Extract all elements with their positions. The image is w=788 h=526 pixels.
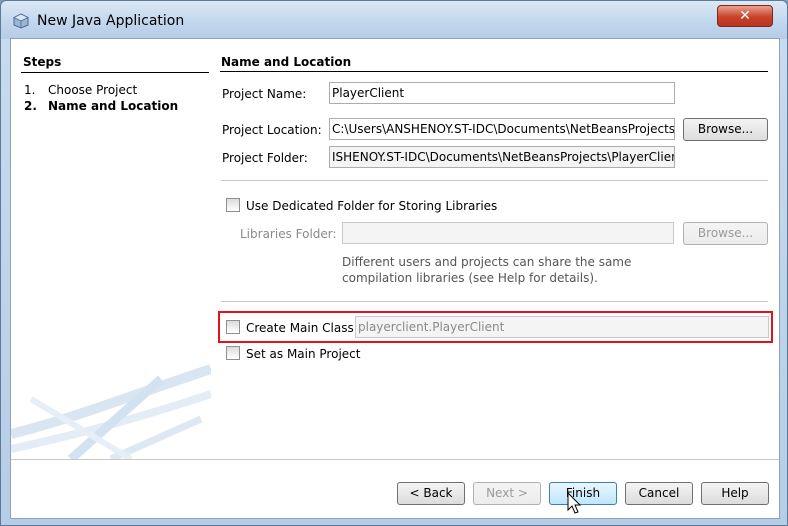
create-main-class-checkbox[interactable] — [226, 320, 240, 334]
steps-title: Steps — [23, 55, 62, 69]
button-bar: < Back Next > Finish Cancel Help — [11, 459, 779, 518]
separator — [221, 301, 768, 302]
window-title: New Java Application — [37, 13, 185, 29]
title-bar[interactable]: New Java Application ✕ — [1, 1, 787, 39]
steps-panel: Steps 1. Choose Project 2. Name and Locati… — [11, 39, 211, 459]
create-main-class-label[interactable]: Create Main Class — [246, 321, 354, 335]
cancel-button[interactable]: Cancel — [625, 482, 693, 505]
dedicated-folder-checkbox[interactable] — [226, 198, 240, 212]
step-name-and-location: 2. Name and Location — [24, 99, 178, 113]
step-number: 1. — [24, 83, 36, 97]
next-button[interactable]: Next > — [473, 482, 541, 505]
step-label: Name and Location — [48, 99, 179, 113]
step-choose-project: 1. Choose Project — [24, 83, 137, 97]
section-title: Name and Location — [221, 55, 352, 69]
libraries-folder-label: Libraries Folder: — [240, 227, 337, 241]
libraries-help-text: Different users and projects can share t… — [342, 254, 631, 286]
dialog-content: Steps 1. Choose Project 2. Name and Locati… — [10, 38, 780, 519]
step-number: 2. — [24, 99, 37, 113]
close-button[interactable]: ✕ — [717, 5, 773, 27]
main-class-field[interactable]: playerclient.PlayerClient — [355, 316, 769, 338]
help-line: compilation libraries (see Help for deta… — [342, 271, 598, 285]
help-button[interactable]: Help — [701, 482, 769, 505]
browse-location-button[interactable]: Browse... — [683, 118, 768, 141]
dedicated-folder-label[interactable]: Use Dedicated Folder for Storing Librari… — [246, 199, 497, 213]
section-divider — [220, 71, 768, 72]
help-line: Different users and projects can share t… — [342, 255, 632, 269]
project-folder-label: Project Folder: — [222, 151, 308, 165]
project-location-field[interactable]: C:\Users\ANSHENOY.ST-IDC\Documents\NetBe… — [329, 118, 675, 140]
finish-button[interactable]: Finish — [549, 482, 617, 505]
separator — [221, 180, 768, 181]
dialog-window: New Java Application ✕ Steps 1. Choose Pr… — [0, 0, 788, 526]
project-location-label: Project Location: — [222, 123, 322, 137]
step-label: Choose Project — [48, 83, 138, 97]
browse-libraries-button[interactable]: Browse... — [683, 222, 768, 245]
project-name-label: Project Name: — [222, 87, 307, 101]
project-name-field[interactable]: PlayerClient — [329, 82, 675, 104]
back-button[interactable]: < Back — [397, 482, 465, 505]
set-main-project-label[interactable]: Set as Main Project — [246, 347, 360, 361]
project-folder-field[interactable]: ISHENOY.ST-IDC\Documents\NetBeansProject… — [329, 146, 675, 168]
mouse-cursor-icon — [567, 492, 582, 514]
libraries-folder-field[interactable] — [342, 222, 674, 244]
decorative-graphic — [11, 364, 211, 459]
java-app-icon — [13, 13, 29, 29]
set-main-project-checkbox[interactable] — [226, 346, 240, 360]
steps-divider — [21, 72, 209, 73]
